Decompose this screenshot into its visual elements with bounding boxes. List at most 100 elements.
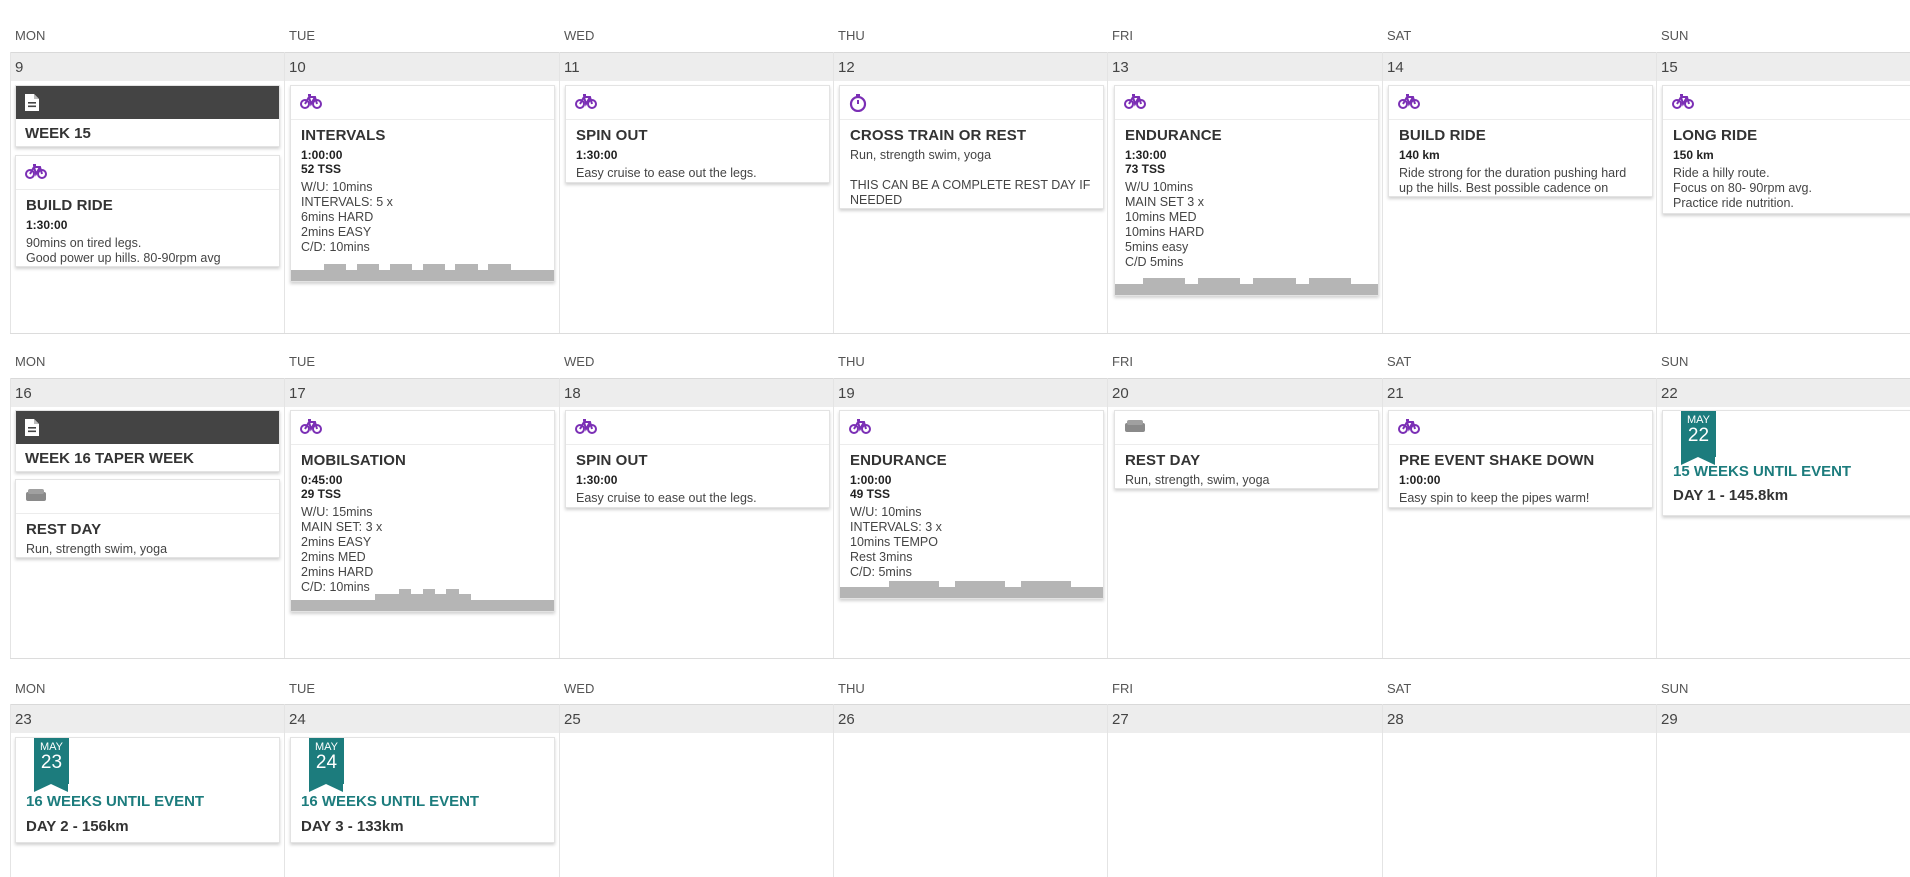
profile-bar bbox=[1198, 278, 1213, 295]
week-label: WEEK 15 bbox=[25, 125, 91, 142]
day-name: MON bbox=[15, 681, 46, 696]
workout-title: CROSS TRAIN OR REST bbox=[850, 127, 1027, 144]
profile-bar bbox=[938, 587, 956, 598]
flag-month: MAY bbox=[314, 741, 339, 753]
event-card[interactable]: MAY 23 16 WEEKS UNTIL EVENT DAY 2 - 156k… bbox=[15, 737, 280, 843]
workout-card[interactable]: ENDURANCE 1:00:00 49 TSS W/U: 10mins INT… bbox=[839, 410, 1104, 599]
profile-bar bbox=[389, 264, 402, 281]
week-summary-card[interactable]: WEEK 16 TAPER WEEK bbox=[15, 410, 280, 472]
week-label: WEEK 16 TAPER WEEK bbox=[25, 450, 194, 467]
profile-bar bbox=[1086, 587, 1103, 598]
document-icon bbox=[25, 94, 39, 116]
day-name: SUN bbox=[1661, 681, 1689, 696]
profile-bar bbox=[458, 594, 471, 611]
workout-distance: 150 km bbox=[1673, 148, 1714, 162]
workout-title: ENDURANCE bbox=[1125, 127, 1222, 144]
day-number: 17 bbox=[289, 385, 306, 402]
event-day-label: DAY 1 - 145.8km bbox=[1673, 487, 1789, 504]
workout-card[interactable]: SPIN OUT 1:30:00 Easy cruise to ease out… bbox=[565, 85, 830, 183]
profile-bar bbox=[338, 600, 352, 611]
workout-description: Run, strength, swim, yoga bbox=[1125, 473, 1270, 487]
workout-card[interactable]: MOBILSATION 0:45:00 29 TSS W/U: 15mins M… bbox=[290, 410, 555, 612]
workout-card[interactable]: SPIN OUT 1:30:00 Easy cruise to ease out… bbox=[565, 410, 830, 508]
workout-card[interactable]: PRE EVENT SHAKE DOWN 1:00:00 Easy spin t… bbox=[1388, 410, 1653, 508]
profile-bar bbox=[362, 600, 376, 611]
workout-duration: 1:30:00 bbox=[26, 218, 68, 232]
workout-card[interactable]: ENDURANCE 1:30:00 73 TSS W/U 10mins MAIN… bbox=[1114, 85, 1379, 296]
bike-icon bbox=[300, 94, 322, 114]
bike-icon bbox=[1398, 94, 1420, 114]
profile-bar bbox=[455, 264, 467, 281]
event-day-label: DAY 3 - 133km bbox=[301, 818, 404, 835]
day-number: 26 bbox=[838, 711, 855, 728]
week-summary-card[interactable]: WEEK 15 bbox=[15, 85, 280, 147]
profile-bar bbox=[422, 264, 435, 281]
bike-icon bbox=[575, 94, 597, 114]
day-name: FRI bbox=[1112, 354, 1133, 369]
profile-bar bbox=[1308, 278, 1324, 295]
profile-bar bbox=[482, 600, 495, 611]
day-name: SAT bbox=[1387, 681, 1412, 696]
profile-bar bbox=[922, 581, 940, 598]
day-number: 11 bbox=[564, 59, 580, 76]
calendar-week: MON TUE WED THU FRI SAT SUN 16 17 18 19 … bbox=[10, 334, 1910, 659]
profile-bar bbox=[1267, 278, 1282, 295]
workout-card[interactable]: REST DAY Run, strength, swim, yoga bbox=[1114, 410, 1379, 489]
profile-bar bbox=[521, 270, 533, 281]
profile-bar bbox=[434, 594, 447, 611]
workout-duration: 1:00:00 bbox=[301, 148, 343, 162]
profile-bar bbox=[470, 600, 483, 611]
day-name: THU bbox=[838, 681, 865, 696]
profile-bar bbox=[1020, 581, 1038, 598]
profile-bar bbox=[367, 264, 380, 281]
workout-card[interactable]: INTERVALS 1:00:00 52 TSS W/U: 10mins INT… bbox=[290, 85, 555, 282]
day-name: SAT bbox=[1387, 354, 1412, 369]
workout-card[interactable]: BUILD RIDE 140 km Ride strong for the du… bbox=[1388, 85, 1653, 197]
day-number: 21 bbox=[1387, 385, 1404, 402]
profile-bar bbox=[1336, 278, 1351, 295]
day-number: 18 bbox=[564, 385, 581, 402]
profile-bar bbox=[889, 581, 907, 598]
day-name: THU bbox=[838, 354, 865, 369]
workout-description: W/U 10mins MAIN SET 3 x 10mins MED 10min… bbox=[1125, 180, 1205, 269]
workout-card[interactable]: CROSS TRAIN OR REST Run, strength swim, … bbox=[839, 85, 1104, 209]
workout-duration: 1:00:00 bbox=[1399, 473, 1441, 487]
workout-duration: 1:30:00 bbox=[576, 473, 618, 487]
day-number: 27 bbox=[1112, 711, 1129, 728]
workout-card[interactable]: REST DAY Run, strength swim, yoga bbox=[15, 479, 280, 558]
workout-title: REST DAY bbox=[1125, 452, 1201, 469]
event-day-label: DAY 2 - 156km bbox=[26, 818, 129, 835]
profile-bar bbox=[1364, 284, 1378, 295]
workout-description: Run, strength swim, yoga THIS CAN BE A C… bbox=[850, 148, 1091, 207]
profile-bar bbox=[345, 270, 358, 281]
workout-duration: 1:30:00 bbox=[576, 148, 618, 162]
bike-icon bbox=[1124, 94, 1146, 114]
profile-bar bbox=[1037, 581, 1055, 598]
profile-bar bbox=[1115, 284, 1130, 295]
day-name: MON bbox=[15, 28, 46, 43]
stopwatch-icon bbox=[849, 94, 867, 117]
profile-bar bbox=[543, 270, 554, 281]
profile-bar bbox=[433, 264, 445, 281]
workout-description: Run, strength swim, yoga bbox=[26, 542, 168, 556]
day-name: WED bbox=[564, 28, 595, 43]
day-number-row: 16 17 18 19 20 21 22 bbox=[10, 378, 1910, 407]
profile-bar bbox=[494, 600, 507, 611]
bike-icon bbox=[575, 419, 597, 439]
workout-card[interactable]: LONG RIDE 150 km Ride a hilly route. Foc… bbox=[1662, 85, 1910, 214]
workout-description: Ride strong for the duration pushing har… bbox=[1399, 166, 1627, 195]
day-name: FRI bbox=[1112, 28, 1133, 43]
event-card[interactable]: MAY 22 15 WEEKS UNTIL EVENT DAY 1 - 145.… bbox=[1662, 410, 1910, 516]
profile-bar bbox=[1294, 284, 1310, 295]
day-name-row: MON TUE WED THU FRI SAT SUN bbox=[10, 0, 1910, 52]
workout-duration: 1:30:00 bbox=[1125, 148, 1167, 162]
bike-icon bbox=[1398, 419, 1420, 439]
workout-card[interactable]: BUILD RIDE 1:30:00 90mins on tired legs.… bbox=[15, 155, 280, 267]
profile-bar bbox=[314, 600, 328, 611]
profile-bar bbox=[326, 600, 340, 611]
profile-bar bbox=[510, 270, 522, 281]
day-number: 12 bbox=[838, 59, 855, 76]
event-card[interactable]: MAY 24 16 WEEKS UNTIL EVENT DAY 3 - 133k… bbox=[290, 737, 555, 843]
day-number: 14 bbox=[1387, 59, 1404, 76]
profile-bar bbox=[446, 589, 459, 611]
